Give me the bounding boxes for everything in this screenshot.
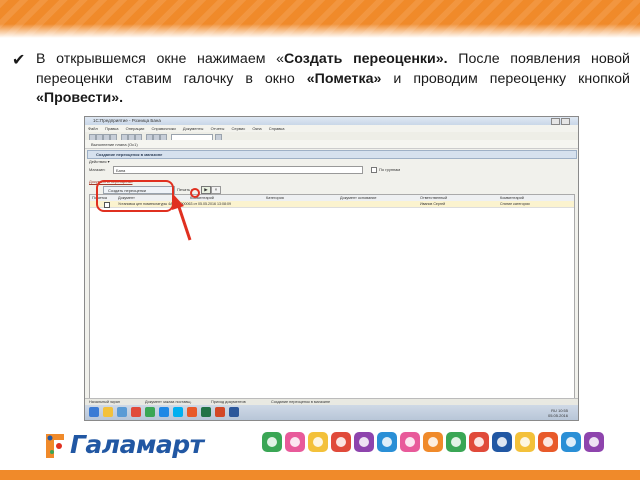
gifts-icon: [423, 432, 443, 452]
folder-icon[interactable]: [103, 407, 113, 417]
pets-icon: [538, 432, 558, 452]
menu-item[interactable]: Правка: [105, 126, 119, 131]
taskbar-area: Начальный экран Документ заказа поставщ.…: [85, 398, 578, 420]
party-icon: [469, 432, 489, 452]
category-icons: [262, 432, 622, 456]
toys-icon: [262, 432, 282, 452]
menu-item[interactable]: Справка: [269, 126, 285, 131]
beauty-icon: [561, 432, 581, 452]
cancel-icon[interactable]: ×: [211, 186, 221, 194]
logo-text: Галамарт: [70, 430, 204, 459]
windows-taskbar: RU 10:55 05.05.2016: [85, 405, 578, 420]
menu-item[interactable]: Документы: [183, 126, 204, 131]
post-button-highlight: [190, 188, 200, 198]
galamart-logo-icon: [46, 434, 64, 458]
window-titlebar: 1С:Предприятие - Розница Бана: [85, 117, 578, 133]
window-tab[interactable]: Приход документов: [211, 400, 246, 404]
embedded-screenshot: 1С:Предприятие - Розница Бана Файл Правк…: [84, 116, 579, 421]
ie-icon[interactable]: [159, 407, 169, 417]
by-groups-checkbox[interactable]: [371, 167, 377, 173]
garden-icon: [354, 432, 374, 452]
menu-item[interactable]: Сервис: [232, 126, 246, 131]
sports-icon: [400, 432, 420, 452]
bottom-decorative-band: [0, 470, 640, 480]
chrome-icon[interactable]: [145, 407, 155, 417]
check-mark-icon: ✔: [12, 52, 26, 69]
panel-bar: Выполнение плана (Ос1): [85, 140, 578, 149]
window-tab[interactable]: Начальный экран: [89, 400, 120, 404]
menu-item[interactable]: Справочники: [151, 126, 175, 131]
menu-item[interactable]: Файл: [88, 126, 98, 131]
system-clock: RU 10:55 05.05.2016: [547, 408, 568, 418]
top-decorative-band: [0, 0, 640, 38]
textile-icon: [446, 432, 466, 452]
kitchen-icon: [308, 432, 328, 452]
menu-item[interactable]: Окна: [252, 126, 261, 131]
form-title: Создание переоценок в магазине: [87, 150, 577, 159]
documents-table: Пометка Документ Комментарий Категория Д…: [89, 194, 575, 414]
instruction-text: ✔ В открывшемся окне нажимаем «Создать п…: [12, 51, 630, 106]
window-title: 1С:Предприятие - Розница Бана: [93, 118, 161, 123]
menu-item[interactable]: Операции: [126, 126, 145, 131]
crafts-icon: [492, 432, 512, 452]
window-tab[interactable]: Документ заказа поставщ.: [145, 400, 192, 404]
seasonal-icon: [584, 432, 604, 452]
window-tab[interactable]: Создание переоценок в магазине: [271, 400, 330, 404]
skype-icon[interactable]: [173, 407, 183, 417]
powerpoint-icon[interactable]: [215, 407, 225, 417]
post-document-icon[interactable]: ▶: [201, 186, 211, 194]
galamart-logo: Галамарт: [42, 426, 204, 466]
decor-icon: [515, 432, 535, 452]
actions-menu[interactable]: Действия ▾: [89, 159, 110, 164]
store-field[interactable]: Бана: [113, 166, 363, 174]
store-filter: Магазин: Бана По группам: [89, 166, 401, 174]
word-icon[interactable]: [229, 407, 239, 417]
app-icon[interactable]: [117, 407, 127, 417]
excel-icon[interactable]: [201, 407, 211, 417]
stationery-icon: [377, 432, 397, 452]
opera-icon[interactable]: [131, 407, 141, 417]
app-icon[interactable]: [187, 407, 197, 417]
window-controls[interactable]: [550, 118, 576, 133]
start-icon[interactable]: [89, 407, 99, 417]
menu-item[interactable]: Отчеты: [211, 126, 225, 131]
tools-icon: [331, 432, 351, 452]
create-button-highlight: [96, 180, 174, 212]
household-icon: [285, 432, 305, 452]
